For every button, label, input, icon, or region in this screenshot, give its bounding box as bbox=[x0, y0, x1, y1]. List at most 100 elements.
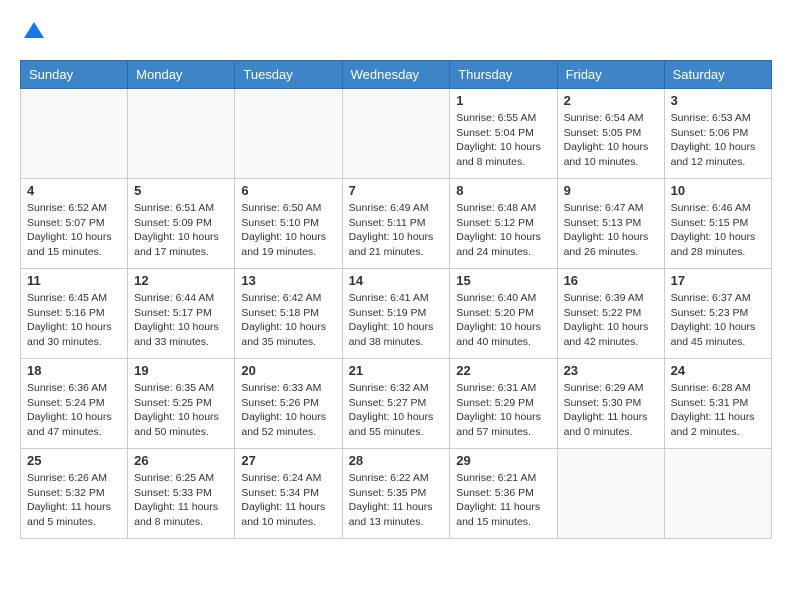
calendar-cell bbox=[235, 89, 342, 179]
calendar-cell: 27 Sunrise: 6:24 AM Sunset: 5:34 PM Dayli… bbox=[235, 449, 342, 539]
day-info: Sunrise: 6:41 AM Sunset: 5:19 PM Dayligh… bbox=[349, 291, 444, 350]
calendar-cell: 8 Sunrise: 6:48 AM Sunset: 5:12 PM Daylig… bbox=[450, 179, 557, 269]
calendar-cell: 17 Sunrise: 6:37 AM Sunset: 5:23 PM Dayli… bbox=[664, 269, 771, 359]
day-number: 16 bbox=[564, 273, 658, 288]
week-row-4: 18 Sunrise: 6:36 AM Sunset: 5:24 PM Dayli… bbox=[21, 359, 772, 449]
day-info: Sunrise: 6:54 AM Sunset: 5:05 PM Dayligh… bbox=[564, 111, 658, 170]
day-number: 12 bbox=[134, 273, 228, 288]
day-number: 4 bbox=[27, 183, 121, 198]
day-number: 23 bbox=[564, 363, 658, 378]
calendar-cell: 21Sunrise: 6:32 AM Sunset: 5:27 PM Dayli… bbox=[342, 359, 450, 449]
day-header-friday: Friday bbox=[557, 61, 664, 89]
calendar-cell: 11 Sunrise: 6:45 AM Sunset: 5:16 PM Dayli… bbox=[21, 269, 128, 359]
calendar-cell: 10 Sunrise: 6:46 AM Sunset: 5:15 PM Dayli… bbox=[664, 179, 771, 269]
calendar-cell: 18 Sunrise: 6:36 AM Sunset: 5:24 PM Dayli… bbox=[21, 359, 128, 449]
day-number: 18 bbox=[27, 363, 121, 378]
calendar-cell: 20Sunrise: 6:33 AM Sunset: 5:26 PM Dayli… bbox=[235, 359, 342, 449]
week-row-2: 4 Sunrise: 6:52 AM Sunset: 5:07 PM Daylig… bbox=[21, 179, 772, 269]
calendar-cell: 25 Sunrise: 6:26 AM Sunset: 5:32 PM Dayli… bbox=[21, 449, 128, 539]
day-number: 8 bbox=[456, 183, 550, 198]
calendar-cell: 26 Sunrise: 6:25 AM Sunset: 5:33 PM Dayli… bbox=[128, 449, 235, 539]
day-number: 27 bbox=[241, 453, 335, 468]
calendar-cell: 15 Sunrise: 6:40 AM Sunset: 5:20 PM Dayli… bbox=[450, 269, 557, 359]
calendar-cell bbox=[128, 89, 235, 179]
calendar-cell: 12 Sunrise: 6:44 AM Sunset: 5:17 PM Dayli… bbox=[128, 269, 235, 359]
day-info: Sunrise: 6:36 AM Sunset: 5:24 PM Dayligh… bbox=[27, 381, 121, 440]
calendar-cell: 7 Sunrise: 6:49 AM Sunset: 5:11 PM Daylig… bbox=[342, 179, 450, 269]
day-info: Sunrise: 6:35 AM Sunset: 5:25 PM Dayligh… bbox=[134, 381, 228, 440]
day-info: Sunrise: 6:40 AM Sunset: 5:20 PM Dayligh… bbox=[456, 291, 550, 350]
day-info: Sunrise: 6:21 AM Sunset: 5:36 PM Dayligh… bbox=[456, 471, 550, 530]
day-number: 10 bbox=[671, 183, 765, 198]
week-row-1: 1 Sunrise: 6:55 AM Sunset: 5:04 PM Daylig… bbox=[21, 89, 772, 179]
day-info: Sunrise: 6:50 AM Sunset: 5:10 PM Dayligh… bbox=[241, 201, 335, 260]
calendar-table: SundayMondayTuesdayWednesdayThursdayFrid… bbox=[20, 60, 772, 539]
calendar-cell: 24 Sunrise: 6:28 AM Sunset: 5:31 PM Dayli… bbox=[664, 359, 771, 449]
day-info: Sunrise: 6:48 AM Sunset: 5:12 PM Dayligh… bbox=[456, 201, 550, 260]
day-info: Sunrise: 6:51 AM Sunset: 5:09 PM Dayligh… bbox=[134, 201, 228, 260]
calendar-cell bbox=[664, 449, 771, 539]
day-number: 13 bbox=[241, 273, 335, 288]
day-number: 15 bbox=[456, 273, 550, 288]
day-number: 24 bbox=[671, 363, 765, 378]
header bbox=[20, 20, 772, 44]
logo bbox=[20, 20, 48, 44]
calendar-cell: 19 Sunrise: 6:35 AM Sunset: 5:25 PM Dayli… bbox=[128, 359, 235, 449]
day-number: 3 bbox=[671, 93, 765, 108]
day-number: 5 bbox=[134, 183, 228, 198]
day-info: Sunrise: 6:37 AM Sunset: 5:23 PM Dayligh… bbox=[671, 291, 765, 350]
day-number: 22 bbox=[456, 363, 550, 378]
calendar-cell: 2 Sunrise: 6:54 AM Sunset: 5:05 PM Daylig… bbox=[557, 89, 664, 179]
day-info: Sunrise: 6:46 AM Sunset: 5:15 PM Dayligh… bbox=[671, 201, 765, 260]
calendar-cell: 5 Sunrise: 6:51 AM Sunset: 5:09 PM Daylig… bbox=[128, 179, 235, 269]
day-info: Sunrise: 6:45 AM Sunset: 5:16 PM Dayligh… bbox=[27, 291, 121, 350]
day-number: 1 bbox=[456, 93, 550, 108]
day-info: Sunrise: 6:26 AM Sunset: 5:32 PM Dayligh… bbox=[27, 471, 121, 530]
day-number: 19 bbox=[134, 363, 228, 378]
day-number: 26 bbox=[134, 453, 228, 468]
day-info: Sunrise: 6:24 AM Sunset: 5:34 PM Dayligh… bbox=[241, 471, 335, 530]
calendar-cell: 14 Sunrise: 6:41 AM Sunset: 5:19 PM Dayli… bbox=[342, 269, 450, 359]
day-info: Sunrise: 6:25 AM Sunset: 5:33 PM Dayligh… bbox=[134, 471, 228, 530]
day-info: Sunrise: 6:47 AM Sunset: 5:13 PM Dayligh… bbox=[564, 201, 658, 260]
day-number: 28 bbox=[349, 453, 444, 468]
day-info: Sunrise: 6:31 AM Sunset: 5:29 PM Dayligh… bbox=[456, 381, 550, 440]
day-info: Sunrise: 6:39 AM Sunset: 5:22 PM Dayligh… bbox=[564, 291, 658, 350]
calendar-cell: 28 Sunrise: 6:22 AM Sunset: 5:35 PM Dayli… bbox=[342, 449, 450, 539]
day-info: Sunrise: 6:22 AM Sunset: 5:35 PM Dayligh… bbox=[349, 471, 444, 530]
day-header-wednesday: Wednesday bbox=[342, 61, 450, 89]
calendar-cell: 29Sunrise: 6:21 AM Sunset: 5:36 PM Dayli… bbox=[450, 449, 557, 539]
day-header-monday: Monday bbox=[128, 61, 235, 89]
day-number: 20 bbox=[241, 363, 335, 378]
day-header-saturday: Saturday bbox=[664, 61, 771, 89]
day-number: 2 bbox=[564, 93, 658, 108]
header-row: SundayMondayTuesdayWednesdayThursdayFrid… bbox=[21, 61, 772, 89]
day-info: Sunrise: 6:55 AM Sunset: 5:04 PM Dayligh… bbox=[456, 111, 550, 170]
day-number: 11 bbox=[27, 273, 121, 288]
day-number: 14 bbox=[349, 273, 444, 288]
day-number: 21 bbox=[349, 363, 444, 378]
week-row-5: 25 Sunrise: 6:26 AM Sunset: 5:32 PM Dayli… bbox=[21, 449, 772, 539]
day-info: Sunrise: 6:52 AM Sunset: 5:07 PM Dayligh… bbox=[27, 201, 121, 260]
day-info: Sunrise: 6:29 AM Sunset: 5:30 PM Dayligh… bbox=[564, 381, 658, 440]
day-info: Sunrise: 6:28 AM Sunset: 5:31 PM Dayligh… bbox=[671, 381, 765, 440]
week-row-3: 11 Sunrise: 6:45 AM Sunset: 5:16 PM Dayli… bbox=[21, 269, 772, 359]
day-info: Sunrise: 6:53 AM Sunset: 5:06 PM Dayligh… bbox=[671, 111, 765, 170]
day-header-tuesday: Tuesday bbox=[235, 61, 342, 89]
day-header-sunday: Sunday bbox=[21, 61, 128, 89]
day-number: 25 bbox=[27, 453, 121, 468]
calendar-cell bbox=[21, 89, 128, 179]
day-info: Sunrise: 6:44 AM Sunset: 5:17 PM Dayligh… bbox=[134, 291, 228, 350]
logo-icon bbox=[22, 20, 46, 44]
calendar-cell: 9Sunrise: 6:47 AM Sunset: 5:13 PM Daylig… bbox=[557, 179, 664, 269]
calendar-cell: 1 Sunrise: 6:55 AM Sunset: 5:04 PM Daylig… bbox=[450, 89, 557, 179]
day-number: 7 bbox=[349, 183, 444, 198]
calendar-cell: 6Sunrise: 6:50 AM Sunset: 5:10 PM Daylig… bbox=[235, 179, 342, 269]
calendar-cell: 23 Sunrise: 6:29 AM Sunset: 5:30 PM Dayli… bbox=[557, 359, 664, 449]
day-number: 17 bbox=[671, 273, 765, 288]
day-info: Sunrise: 6:49 AM Sunset: 5:11 PM Dayligh… bbox=[349, 201, 444, 260]
calendar-cell: 22 Sunrise: 6:31 AM Sunset: 5:29 PM Dayli… bbox=[450, 359, 557, 449]
calendar-cell bbox=[557, 449, 664, 539]
day-header-thursday: Thursday bbox=[450, 61, 557, 89]
day-info: Sunrise: 6:42 AM Sunset: 5:18 PM Dayligh… bbox=[241, 291, 335, 350]
